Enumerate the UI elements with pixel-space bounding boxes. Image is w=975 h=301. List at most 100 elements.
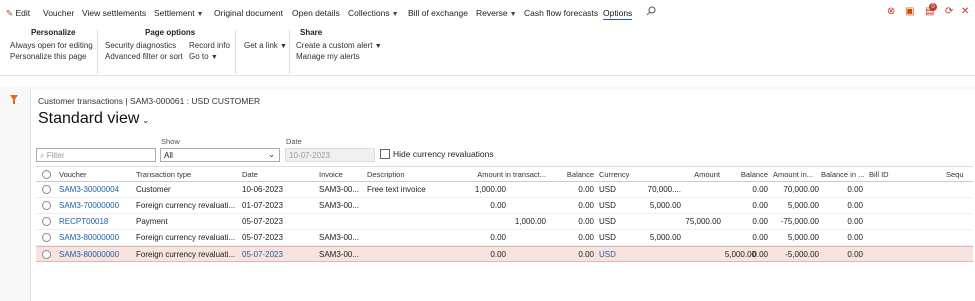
row-radio[interactable] [42,233,51,242]
chevron-down-icon: ▼ [391,11,399,18]
amount-debit-cell: 5,000.00 [649,201,681,210]
voucher-link[interactable]: SAM3-30000004 [59,185,119,194]
group-title-page-options: Page options [145,28,196,37]
voucher-link[interactable]: SAM3-70000000 [59,201,119,210]
edit-button[interactable]: ✎ Edit [6,8,30,19]
chevron-down-icon: ▼ [210,54,218,61]
show-select[interactable]: All ⌄ [160,148,280,162]
col-voucher[interactable]: Voucher [59,170,87,179]
transaction-type-cell: Payment [136,217,168,226]
invoice-cell: SAM3-00... [319,250,360,259]
filter-input[interactable]: ⌕ Filter [36,148,156,162]
voucher-button[interactable]: Voucher [43,8,74,18]
record-info-button[interactable]: Record info [189,41,230,50]
row-radio[interactable] [42,250,51,259]
currency-cell: USD [599,233,616,242]
date-cell: 05-07-2023 [242,233,283,242]
col-balance-2[interactable]: Balance [726,170,768,179]
select-all-radio[interactable] [42,170,51,179]
show-label: Show [161,137,180,146]
col-bill-id[interactable]: Bill ID [869,170,889,179]
close-icon[interactable]: ✕ [961,6,969,17]
get-a-link-menu[interactable]: Get a link ▼ [244,41,287,50]
personalize-this-page-button[interactable]: Personalize this page [10,52,87,61]
invoice-cell: SAM3-00... [319,233,360,242]
balance-in-cell: 0.00 [847,233,863,242]
col-sequence[interactable]: Sequ [946,170,964,179]
col-description[interactable]: Description [367,170,405,179]
table-row[interactable]: SAM3-70000000 Foreign currency revaluati… [36,198,973,214]
row-radio[interactable] [42,201,51,210]
links-icon[interactable]: ⊗ [887,6,895,17]
col-amount[interactable]: Amount [676,170,720,179]
office-icon[interactable]: ▣ [905,6,914,17]
divider [235,30,236,74]
transaction-type-cell: Customer [136,185,171,194]
security-diagnostics-button[interactable]: Security diagnostics [105,41,176,50]
edit-label: Edit [15,8,31,18]
grid-header: Voucher Transaction type Date Invoice De… [36,166,973,182]
chevron-down-icon: ⌄ [268,150,275,159]
always-open-for-editing-button[interactable]: Always open for editing [10,41,93,50]
create-custom-alert-label: Create a custom alert [296,41,373,50]
amount-in-transaction-cell: 0.00 [490,250,506,259]
table-row[interactable]: SAM3-80000000 Foreign currency revaluati… [36,230,973,246]
col-currency[interactable]: Currency [599,170,629,179]
table-row[interactable]: SAM3-30000004 Customer 10-06-2023 SAM3-0… [36,182,973,198]
balance-in-cell: 0.00 [847,201,863,210]
go-to-menu[interactable]: Go to ▼ [189,52,218,61]
date-cell: 10-06-2023 [242,185,283,194]
col-amount-in-transaction[interactable]: Amount in transact... [466,170,546,179]
table-row[interactable]: RECPT00018 Payment 05-07-2023 1,000.00 0… [36,214,973,230]
action-pane: ✎ Edit Voucher View settlements Settleme… [0,0,975,21]
col-invoice[interactable]: Invoice [319,170,343,179]
voucher-link[interactable]: RECPT00018 [59,217,108,226]
balance-cell: 0.00 [578,185,594,194]
open-details-button[interactable]: Open details [292,8,340,18]
hide-reval-checkbox[interactable] [380,149,390,159]
view-selector[interactable]: Standard view ⌄ [38,110,149,128]
col-date[interactable]: Date [242,170,258,179]
refresh-icon[interactable]: ⟳ [945,6,953,17]
collections-menu[interactable]: Collections ▼ [348,8,399,18]
original-document-button[interactable]: Original document [214,8,283,18]
amount-in-transaction-cell: 0.00 [490,201,506,210]
transaction-type-cell: Foreign currency revaluati... [136,201,236,210]
divider [97,30,98,74]
currency-cell: USD [599,250,616,259]
col-balance-in[interactable]: Balance in ... [821,170,867,179]
chevron-down-icon: ▼ [509,11,517,18]
amount-in-transaction-cell: 1,000.00 [474,185,506,194]
manage-my-alerts-button[interactable]: Manage my alerts [296,52,360,61]
row-radio[interactable] [42,217,51,226]
amount-in-cell: 70,000.00 [783,185,819,194]
col-amount-in[interactable]: Amount in... [773,170,819,179]
table-row-selected[interactable]: SAM3-80000000 Foreign currency revaluati… [36,246,973,262]
view-settlements-button[interactable]: View settlements [82,8,146,18]
settlement-menu[interactable]: Settlement ▼ [154,8,204,18]
date-label: Date [286,137,302,146]
cash-flow-forecasts-button[interactable]: Cash flow forecasts [524,8,598,18]
filter-pane-icon-stem [13,100,15,104]
balance-in-cell: 0.00 [847,217,863,226]
collections-label: Collections [348,8,390,18]
search-icon: ⌕ [40,151,45,160]
balance-cell: 0.00 [578,250,594,259]
reverse-menu[interactable]: Reverse ▼ [476,8,517,18]
balance-cell: 0.00 [578,233,594,242]
amount-debit-cell: 70,000.... [647,185,681,194]
voucher-link[interactable]: SAM3-80000000 [59,250,119,259]
balance-cell: 0.00 [578,201,594,210]
balance-cell: 0.00 [578,217,594,226]
bill-of-exchange-menu[interactable]: Bill of exchange [408,8,468,18]
page-title: Standard view [38,110,140,127]
create-custom-alert-menu[interactable]: Create a custom alert ▼ [296,41,382,50]
col-transaction-type[interactable]: Transaction type [136,170,191,179]
voucher-link[interactable]: SAM3-80000000 [59,233,119,242]
amount-in-cell: 5,000.00 [787,201,819,210]
row-radio[interactable] [42,185,51,194]
col-balance[interactable]: Balance [556,170,594,179]
search-icon[interactable] [646,6,656,18]
hide-reval-label: Hide currency revaluations [393,149,494,159]
advanced-filter-button[interactable]: Advanced filter or sort [105,52,183,61]
